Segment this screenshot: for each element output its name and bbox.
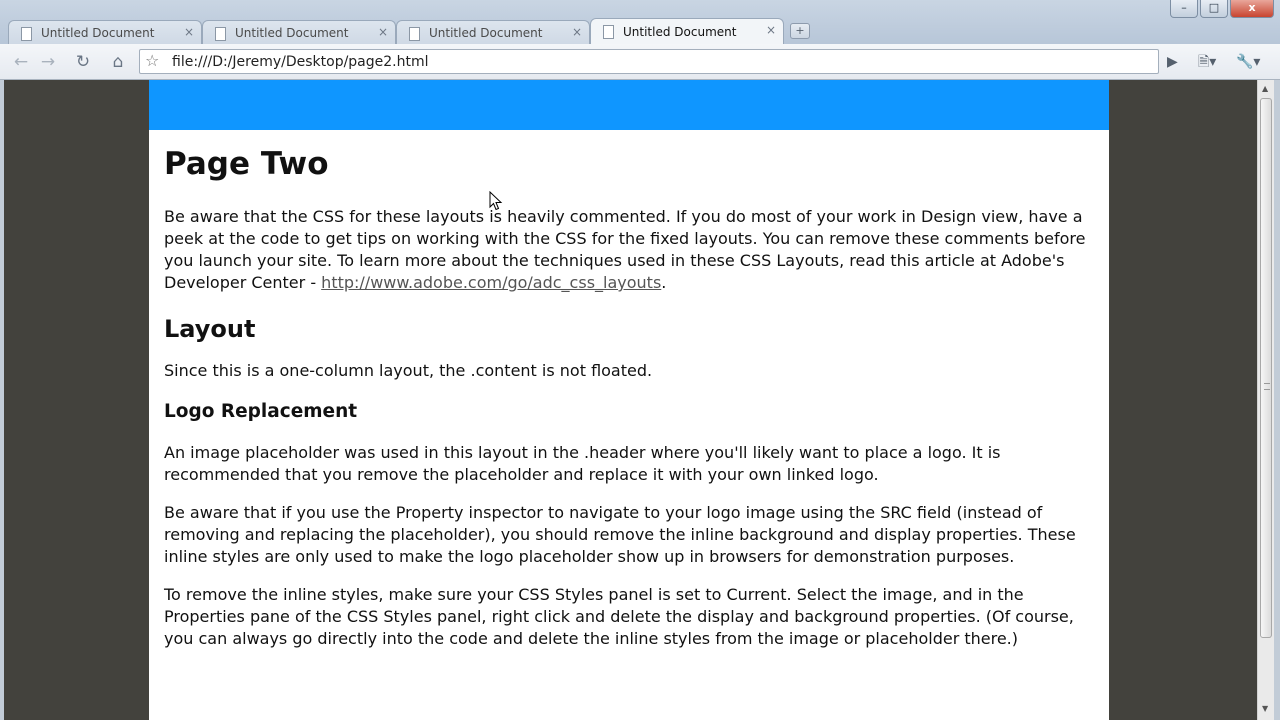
intro-end: . [661, 273, 667, 292]
page-container: Page Two Be aware that the CSS for these… [149, 80, 1109, 720]
logo-paragraph-3: To remove the inline styles, make sure y… [164, 585, 1074, 648]
logo-replacement-heading: Logo Replacement [164, 401, 358, 422]
vertical-scrollbar[interactable]: ▲ ▼ [1257, 80, 1274, 720]
tab-4-active[interactable]: Untitled Document × [590, 18, 784, 44]
tab-close-icon[interactable]: × [378, 25, 388, 39]
tab-close-icon[interactable]: × [766, 23, 776, 37]
page-header-band [149, 80, 1109, 130]
wrench-menu-icon[interactable]: 🔧▾ [1236, 51, 1260, 73]
page-menu-icon[interactable]: 🗎▾ [1198, 51, 1216, 73]
logo-paragraph-2: Be aware that if you use the Property in… [164, 503, 1076, 566]
page-icon [215, 27, 226, 41]
tab-title: Untitled Document [623, 24, 737, 39]
window-right-border [1274, 80, 1280, 720]
logo-paragraph-1: An image placeholder was used in this la… [164, 443, 1001, 484]
url-text[interactable]: file:///D:/Jeremy/Desktop/page2.html [172, 54, 429, 70]
page-icon [603, 25, 614, 39]
page-icon [409, 27, 420, 41]
tab-3[interactable]: Untitled Document × [396, 20, 590, 44]
tab-close-icon[interactable]: × [184, 25, 194, 39]
new-tab-button[interactable]: + [790, 23, 810, 39]
scroll-up-arrow-icon[interactable]: ▲ [1262, 84, 1268, 93]
bookmark-star-icon[interactable]: ☆ [145, 51, 159, 70]
mouse-pointer-icon [489, 191, 503, 211]
page-content: Page Two Be aware that the CSS for these… [149, 144, 1109, 650]
minimize-button[interactable]: – [1170, 0, 1198, 18]
scrollbar-thumb[interactable] [1260, 98, 1272, 638]
page-title: Page Two [164, 146, 329, 182]
scroll-grip-icon [1264, 383, 1270, 390]
tab-title: Untitled Document [41, 25, 155, 40]
forward-arrow-icon[interactable]: → [36, 51, 60, 73]
layout-heading: Layout [164, 315, 256, 343]
back-arrow-icon[interactable]: ← [9, 51, 33, 73]
tab-2[interactable]: Untitled Document × [202, 20, 396, 44]
browser-title-bar: Untitled Document × Untitled Document × … [0, 0, 1280, 44]
tab-1[interactable]: Untitled Document × [8, 20, 202, 44]
tab-title: Untitled Document [235, 25, 349, 40]
home-icon[interactable]: ⌂ [106, 51, 130, 73]
reload-icon[interactable]: ↻ [71, 51, 95, 73]
close-window-button[interactable]: x [1230, 0, 1274, 18]
adobe-link[interactable]: http://www.adobe.com/go/adc_css_layouts [321, 273, 661, 292]
maximize-button[interactable]: □ [1200, 0, 1228, 18]
intro-paragraph: Be aware that the CSS for these layouts … [164, 206, 1094, 294]
tab-close-icon[interactable]: × [572, 25, 582, 39]
layout-paragraph: Since this is a one-column layout, the .… [164, 361, 653, 380]
address-bar[interactable]: ☆ file:///D:/Jeremy/Desktop/page2.html [139, 49, 1159, 74]
tab-title: Untitled Document [429, 25, 543, 40]
page-icon [21, 27, 32, 41]
window-controls: – □ x [1168, 0, 1274, 18]
scroll-down-arrow-icon[interactable]: ▼ [1262, 704, 1268, 713]
page-viewport: Page Two Be aware that the CSS for these… [4, 80, 1257, 720]
browser-toolbar: ← → ↻ ⌂ ☆ file:///D:/Jeremy/Desktop/page… [0, 44, 1280, 80]
tab-strip: Untitled Document × Untitled Document × … [8, 18, 810, 44]
go-arrow-icon[interactable]: ▶ [1167, 51, 1178, 73]
